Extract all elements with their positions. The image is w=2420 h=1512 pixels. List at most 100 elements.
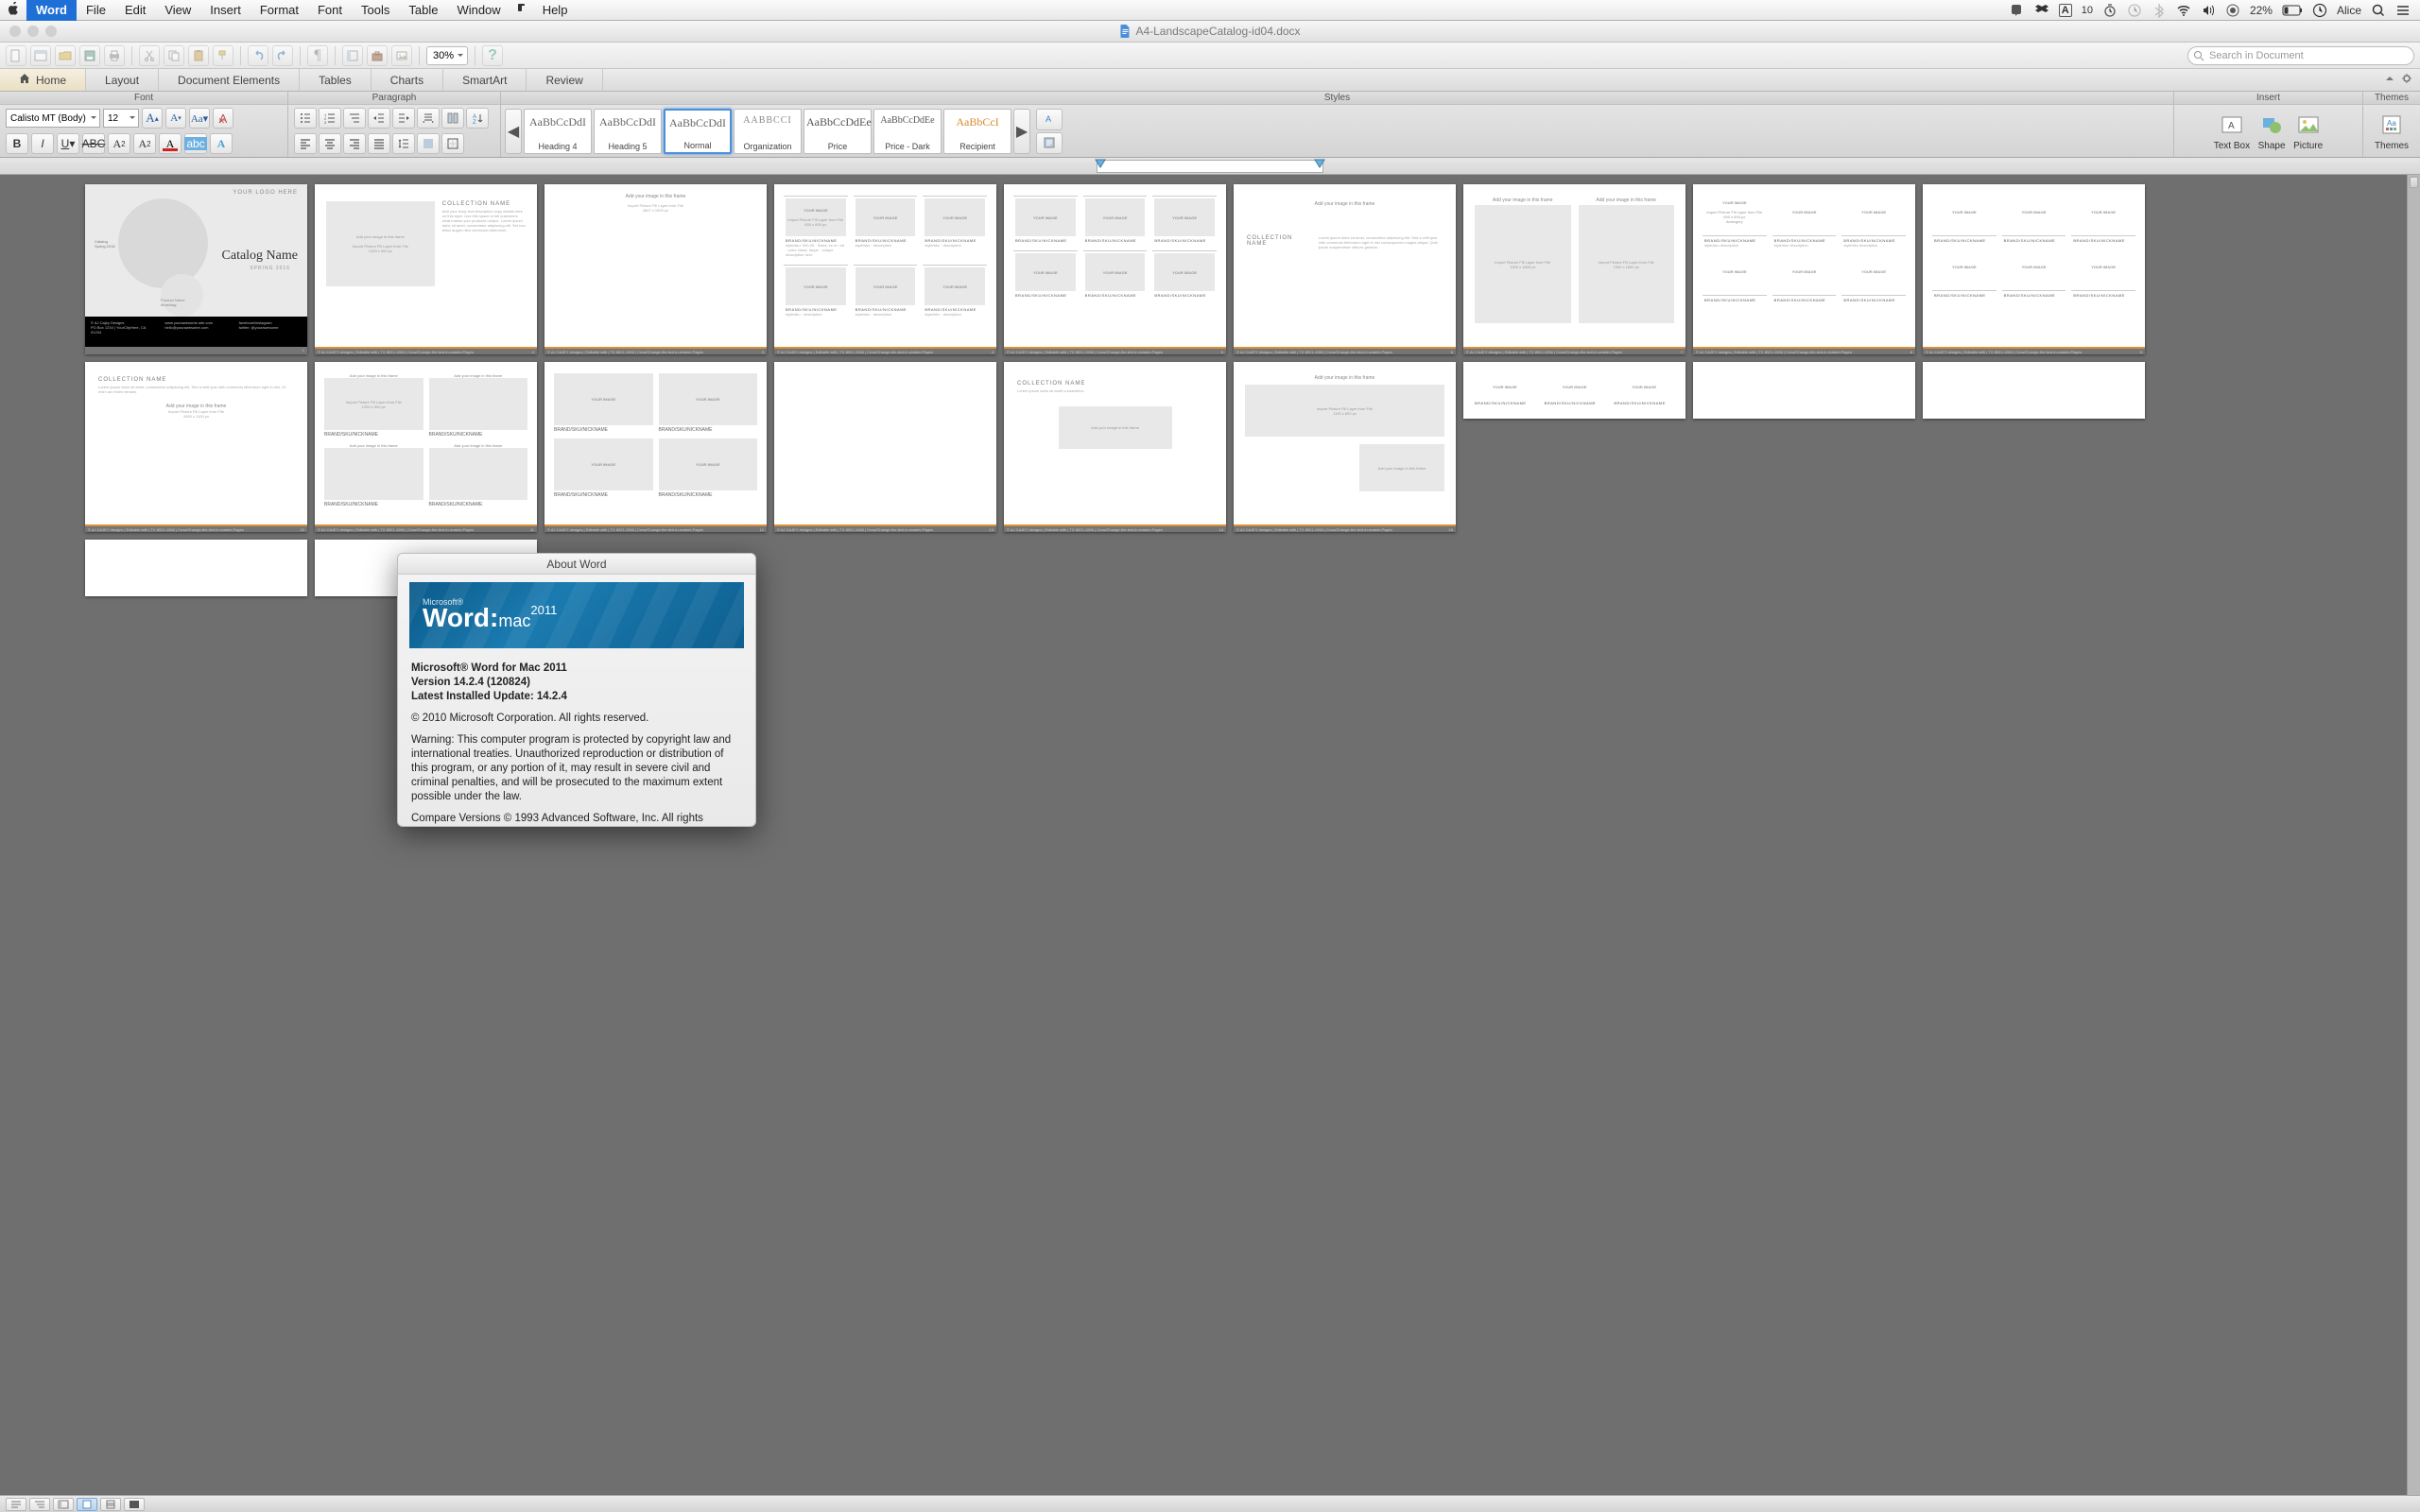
horizontal-ruler[interactable]: [0, 158, 2420, 175]
tab-home[interactable]: Home: [0, 69, 86, 91]
tab-charts[interactable]: Charts: [372, 69, 443, 91]
search-input[interactable]: Search in Document: [2187, 46, 2414, 65]
page-thumbnail[interactable]: YOUR IMAGEBRAND/SKU/NICKNAME YOUR IMAGEB…: [1463, 362, 1685, 419]
tab-layout[interactable]: Layout: [86, 69, 159, 91]
justify-button[interactable]: [368, 133, 390, 154]
bluetooth-icon[interactable]: [2152, 3, 2167, 18]
themes-button[interactable]: Aa Themes: [2375, 111, 2409, 151]
notification-center-icon[interactable]: [2395, 3, 2411, 18]
page-thumbnail[interactable]: [1693, 362, 1915, 419]
style-organization[interactable]: AABBCCIOrganization: [734, 109, 802, 154]
change-styles-button[interactable]: A: [1036, 109, 1063, 130]
underline-button[interactable]: U▾: [57, 133, 79, 154]
print-button[interactable]: [104, 45, 125, 66]
sort-button[interactable]: AZ: [466, 108, 489, 129]
clock-icon[interactable]: [2312, 3, 2327, 18]
style-heading5[interactable]: AaBbCcDdIHeading 5: [594, 109, 662, 154]
new-from-template-button[interactable]: [30, 45, 51, 66]
tab-review[interactable]: Review: [527, 69, 602, 91]
undo-button[interactable]: [248, 45, 268, 66]
view-print-layout-button[interactable]: [77, 1498, 97, 1511]
view-draft-button[interactable]: [6, 1498, 26, 1511]
line-spacing-button[interactable]: [392, 133, 415, 154]
menu-font[interactable]: Font: [308, 0, 352, 21]
cut-button[interactable]: [139, 45, 160, 66]
menu-file[interactable]: File: [77, 0, 115, 21]
menu-edit[interactable]: Edit: [115, 0, 155, 21]
bold-button[interactable]: B: [6, 133, 28, 154]
menu-view[interactable]: View: [155, 0, 200, 21]
evernote-icon[interactable]: [2010, 3, 2025, 18]
spotlight-icon[interactable]: [2371, 3, 2386, 18]
tab-tables[interactable]: Tables: [300, 69, 372, 91]
font-name-select[interactable]: Calisto MT (Body): [6, 109, 100, 128]
styles-pane-button[interactable]: [1036, 132, 1063, 154]
collapse-ribbon-icon[interactable]: [2384, 72, 2395, 89]
document-canvas[interactable]: YOUR LOGO HERE CatalogSpring 2016 Catalo…: [0, 175, 2420, 1495]
copy-button[interactable]: [164, 45, 184, 66]
page-thumbnail[interactable]: Add your image in this frameImport Pictu…: [1463, 184, 1685, 354]
page-thumbnail[interactable]: Add your image in this frameImport Pictu…: [315, 184, 537, 354]
format-painter-button[interactable]: [213, 45, 233, 66]
page-thumbnail[interactable]: YOUR IMAGE YOUR IMAGE YOUR IMAGE BRAND/S…: [1923, 184, 2145, 354]
bullets-button[interactable]: [294, 108, 317, 129]
page-thumbnail[interactable]: YOUR IMAGEImport Picture Fill Layer from…: [1693, 184, 1915, 354]
media-browser-button[interactable]: [391, 45, 412, 66]
tab-document-elements[interactable]: Document Elements: [159, 69, 300, 91]
menu-tools[interactable]: Tools: [352, 0, 399, 21]
menu-table[interactable]: Table: [399, 0, 447, 21]
increase-indent-button[interactable]: [392, 108, 415, 129]
battery-icon[interactable]: [2282, 5, 2303, 16]
page-thumbnail[interactable]: Add your image in this frameImport Pictu…: [315, 362, 537, 532]
vertical-scrollbar[interactable]: [2407, 175, 2420, 1495]
numbering-button[interactable]: 123: [319, 108, 341, 129]
page-thumbnail[interactable]: [85, 540, 307, 596]
display-icon[interactable]: [2225, 3, 2240, 18]
decrease-indent-button[interactable]: [368, 108, 390, 129]
script-menu-icon[interactable]: [510, 3, 533, 17]
toolbox-button[interactable]: [367, 45, 388, 66]
page-thumbnail[interactable]: YOUR IMAGEImport Picture Fill Layer from…: [774, 184, 996, 354]
styles-next-button[interactable]: ▶: [1013, 109, 1030, 154]
help-button[interactable]: ?: [482, 45, 503, 66]
traffic-lights[interactable]: [0, 26, 57, 37]
wifi-icon[interactable]: [2176, 3, 2191, 18]
page-thumbnail[interactable]: Add your image in this frame COLLECTION …: [1234, 184, 1456, 354]
sidebar-button[interactable]: [342, 45, 363, 66]
highlight-button[interactable]: abc: [184, 133, 207, 154]
font-color-button[interactable]: A: [159, 133, 182, 154]
tab-smartart[interactable]: SmartArt: [443, 69, 527, 91]
page-thumbnail[interactable]: Add your image in this frameImport Pictu…: [544, 184, 767, 354]
borders-button[interactable]: [441, 133, 464, 154]
menu-help[interactable]: Help: [533, 0, 578, 21]
show-formatting-button[interactable]: ¶: [307, 45, 328, 66]
page-thumbnail[interactable]: YOUR IMAGEBRAND/SKU/NICKNAME YOUR IMAGEB…: [1004, 184, 1226, 354]
columns-button[interactable]: [441, 108, 464, 129]
menu-format[interactable]: Format: [251, 0, 308, 21]
style-recipient[interactable]: AaBbCcIRecipient: [943, 109, 1011, 154]
open-button[interactable]: [55, 45, 76, 66]
menu-window[interactable]: Window: [447, 0, 510, 21]
grow-font-button[interactable]: A▴: [142, 108, 163, 129]
page-thumbnail[interactable]: Add your image in this frame Import Pict…: [1234, 362, 1456, 532]
timemachine-icon[interactable]: [2127, 3, 2142, 18]
italic-button[interactable]: I: [31, 133, 54, 154]
save-button[interactable]: [79, 45, 100, 66]
timer-icon[interactable]: [2102, 3, 2118, 18]
page-thumbnail[interactable]: [1923, 362, 2145, 419]
insert-shape-button[interactable]: Shape: [2257, 111, 2286, 151]
menu-insert[interactable]: Insert: [200, 0, 251, 21]
page-thumbnail[interactable]: © AJ CAJEY designs | Editable with | TX …: [774, 362, 996, 532]
multilevel-list-button[interactable]: [343, 108, 366, 129]
view-publishing-button[interactable]: [53, 1498, 74, 1511]
page-thumbnail[interactable]: YOUR LOGO HERE CatalogSpring 2016 Catalo…: [85, 184, 307, 354]
ribbon-settings-icon[interactable]: [2401, 72, 2412, 89]
strikethrough-button[interactable]: ABC: [82, 133, 105, 154]
user-name[interactable]: Alice: [2337, 4, 2361, 17]
adobe-cc-icon[interactable]: A: [2059, 4, 2072, 17]
view-focus-button[interactable]: [124, 1498, 145, 1511]
insert-picture-button[interactable]: Picture: [2293, 111, 2323, 151]
insert-textbox-button[interactable]: A Text Box: [2214, 111, 2250, 151]
new-doc-button[interactable]: [6, 45, 26, 66]
style-price[interactable]: AaBbCcDdEePrice: [804, 109, 872, 154]
